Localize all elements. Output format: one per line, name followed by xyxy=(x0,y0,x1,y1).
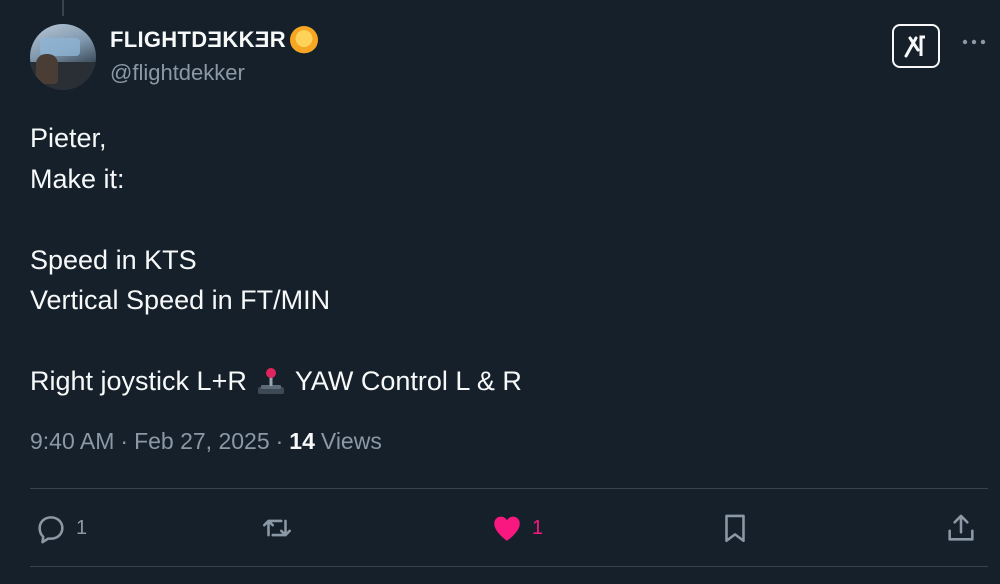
reply-button[interactable]: 1 xyxy=(34,506,87,550)
tweet-date[interactable]: Feb 27, 2025 xyxy=(134,428,270,455)
grok-icon xyxy=(904,35,925,58)
tweet-line-joystick: Right joystick L+R YAW Control L & R xyxy=(30,361,930,402)
grok-button[interactable] xyxy=(892,24,940,68)
more-options-icon[interactable] xyxy=(960,28,988,56)
meta-separator: · xyxy=(275,428,284,454)
joystick-icon xyxy=(257,368,284,395)
author-handle[interactable]: @flightdekker xyxy=(110,60,245,86)
tweet-line: Speed in KTS xyxy=(30,244,197,275)
bookmark-icon xyxy=(725,514,745,543)
tweet-line: Vertical Speed in FT/MIN xyxy=(30,285,331,315)
sun-with-face-icon xyxy=(289,26,318,54)
tweet-line: Make it: xyxy=(30,163,125,194)
bookmark-button[interactable] xyxy=(718,506,760,550)
share-button[interactable] xyxy=(944,506,986,550)
like-count: 1 xyxy=(532,516,544,539)
retweet-icon xyxy=(262,519,292,537)
tweet-time[interactable]: 9:40 AM xyxy=(30,428,114,455)
tweet-line xyxy=(30,321,930,362)
views-count: 14 xyxy=(289,428,315,454)
meta-separator: · xyxy=(120,428,129,454)
divider xyxy=(30,566,988,567)
tweet-meta: 9:40 AM · Feb 27, 2025 · 14 Views xyxy=(30,428,382,455)
tweet-line-part: Right joystick L+R xyxy=(30,366,247,396)
action-bar: 1 1 xyxy=(30,506,988,550)
reply-icon xyxy=(38,516,64,544)
thread-connector-line xyxy=(62,0,64,16)
tweet-line-part: YAW Control L & R xyxy=(294,366,522,396)
divider xyxy=(30,488,988,489)
display-name-text: FLIGHTDƎKKƎR xyxy=(110,27,286,52)
retweet-button[interactable] xyxy=(260,506,302,550)
share-icon xyxy=(948,514,974,541)
like-button[interactable]: 1 xyxy=(490,506,543,550)
tweet-text: Pieter, Make it: Speed in KTS Vertical S… xyxy=(30,118,930,402)
tweet-line xyxy=(30,199,930,240)
heart-icon xyxy=(494,516,520,541)
tweet-line: Pieter, xyxy=(30,123,107,153)
views-label: Views xyxy=(320,428,382,454)
reply-count: 1 xyxy=(76,516,88,539)
avatar[interactable] xyxy=(30,24,96,90)
author-display-name[interactable]: FLIGHTDƎKKƎR xyxy=(110,26,318,54)
